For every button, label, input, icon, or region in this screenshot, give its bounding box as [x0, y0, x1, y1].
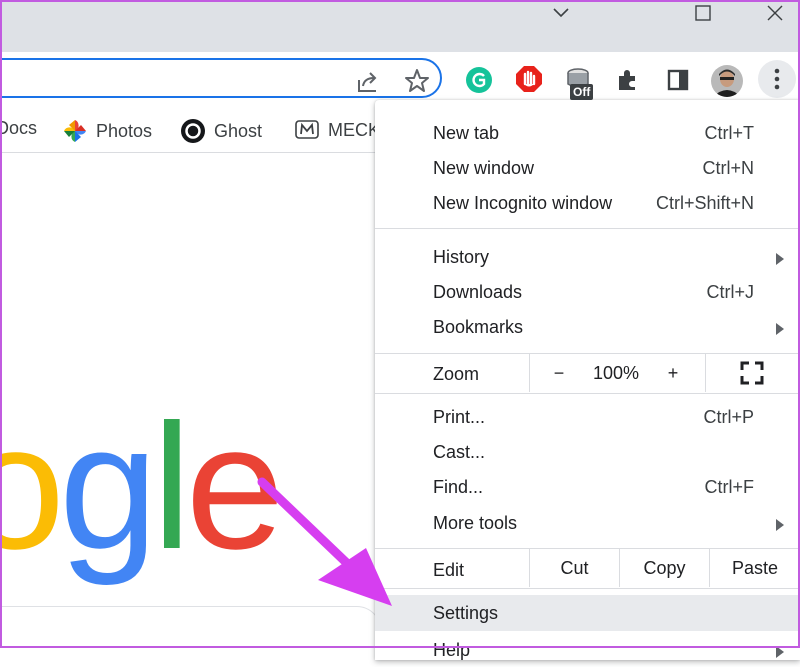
submenu-arrow-icon [776, 519, 784, 531]
share-icon [358, 72, 377, 92]
menu-divider [375, 588, 800, 589]
menu-item-shortcut: Ctrl+T [704, 123, 755, 143]
puzzle-piece-icon [619, 70, 635, 90]
search-box[interactable] [0, 606, 381, 651]
bookmark-ghost[interactable]: Ghost [180, 118, 262, 144]
logo-letter: o [0, 387, 65, 586]
menu-item-history[interactable]: History [375, 240, 800, 274]
maximize-button[interactable] [680, 0, 726, 26]
bookmark-label: Photos [96, 120, 153, 141]
avatar [711, 65, 743, 97]
side-panel-icon [667, 69, 689, 91]
menu-item-label: Print... [433, 407, 486, 427]
menu-item-downloads[interactable]: Downloads Ctrl+J [375, 275, 800, 309]
chevron-down-icon [553, 8, 569, 18]
fullscreen-icon [740, 361, 764, 385]
close-icon [767, 5, 783, 21]
menu-item-cast[interactable]: Cast... [375, 435, 800, 469]
menu-item-more-tools[interactable]: More tools [375, 506, 800, 540]
tab-search-button[interactable] [538, 0, 584, 26]
zoom-out-button[interactable]: − [543, 354, 575, 392]
menu-item-shortcut: Ctrl+P [703, 407, 754, 427]
menu-item-label: History [433, 247, 490, 267]
logo-letter: e [185, 387, 285, 586]
menu-item-label: Zoom [433, 364, 480, 384]
star-icon [405, 69, 429, 92]
maximize-icon [695, 5, 711, 21]
logo-letter: l [152, 387, 191, 586]
menu-item-help[interactable]: Help [375, 633, 800, 667]
google-photos-icon [64, 120, 86, 142]
menu-item-settings[interactable]: Settings [375, 595, 800, 631]
fullscreen-button[interactable] [730, 354, 774, 392]
bookmark-star-button[interactable] [403, 67, 431, 95]
logo-letter: g [59, 387, 158, 586]
menu-item-label: Cast... [433, 442, 486, 462]
menu-item-shortcut: Ctrl+F [704, 477, 755, 497]
menu-item-label: New Incognito window [433, 193, 613, 213]
copy-button[interactable]: Copy [620, 549, 709, 587]
zoom-divider [705, 354, 706, 392]
bookmark-label: Ghost [214, 120, 263, 141]
menu-item-print[interactable]: Print... Ctrl+P [375, 400, 800, 434]
menu-item-find[interactable]: Find... Ctrl+F [375, 470, 800, 504]
stop-extension[interactable] [514, 64, 544, 94]
side-panel-button[interactable] [664, 66, 692, 94]
google-logo: ogle [0, 387, 285, 586]
menu-item-label: Settings [433, 603, 499, 623]
menu-item-new-incognito[interactable]: New Incognito window Ctrl+Shift+N [375, 186, 800, 220]
ghost-icon [181, 119, 205, 143]
menu-item-label: New window [433, 158, 535, 178]
menu-divider [375, 393, 800, 394]
menu-row-zoom: Zoom − 100% + [375, 354, 800, 392]
meck-icon [295, 120, 319, 139]
menu-item-new-tab[interactable]: New tab Ctrl+T [375, 116, 800, 150]
menu-item-shortcut: Ctrl+N [702, 158, 754, 178]
menu-item-shortcut: Ctrl+Shift+N [655, 193, 754, 213]
menu-item-label: More tools [433, 513, 518, 533]
more-vertical-icon [774, 68, 780, 90]
paste-button[interactable]: Paste [710, 549, 800, 587]
coffee-extension[interactable]: Off [562, 64, 600, 104]
chrome-menu-button[interactable] [758, 60, 796, 98]
grammarly-icon [466, 67, 492, 93]
menu-row-edit: Edit Cut Copy Paste [375, 549, 800, 587]
menu-item-label: Downloads [433, 282, 523, 302]
extensions-button[interactable] [614, 66, 642, 94]
bookmark-meck[interactable]: MECK [294, 118, 380, 142]
bookmark-label: MECK [328, 119, 381, 140]
menu-item-label: Help [433, 640, 471, 660]
menu-item-label: Edit [433, 560, 465, 580]
close-window-button[interactable] [752, 0, 798, 26]
zoom-in-button[interactable]: + [657, 354, 689, 392]
extension-badge: Off [570, 84, 594, 100]
cut-button[interactable]: Cut [530, 549, 619, 587]
profile-avatar-button[interactable] [710, 64, 744, 98]
menu-item-new-window[interactable]: New window Ctrl+N [375, 151, 800, 185]
zoom-divider [529, 354, 530, 392]
title-bar [0, 0, 800, 52]
bookmark-photos[interactable]: Photos [62, 118, 152, 144]
submenu-arrow-icon [776, 323, 784, 335]
bookmark-label: Docs [0, 118, 38, 138]
zoom-level: 100% [592, 362, 640, 383]
share-button[interactable] [354, 68, 382, 96]
menu-item-label: New tab [433, 123, 500, 143]
hand-stop-icon [516, 66, 542, 92]
chrome-main-menu: New tab Ctrl+T New window Ctrl+N New Inc… [375, 100, 800, 660]
grammarly-extension[interactable] [464, 65, 494, 95]
menu-divider [375, 228, 800, 229]
submenu-arrow-icon [776, 253, 784, 265]
menu-item-shortcut: Ctrl+J [706, 282, 754, 302]
menu-item-label: Bookmarks [433, 317, 524, 337]
menu-item-label: Find... [433, 477, 484, 497]
bookmark-docs[interactable]: Docs [0, 118, 37, 139]
menu-item-bookmarks[interactable]: Bookmarks [375, 310, 800, 344]
